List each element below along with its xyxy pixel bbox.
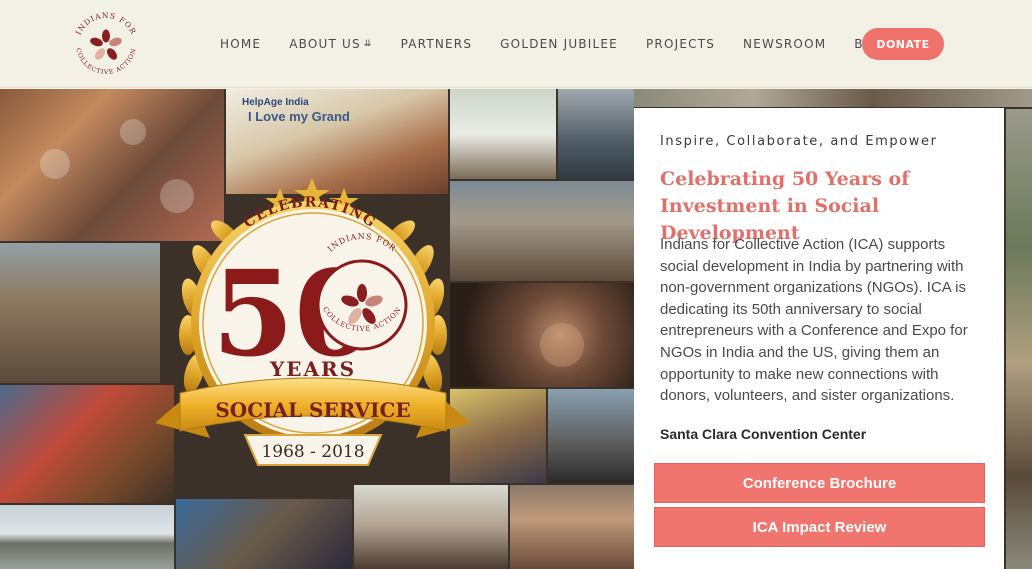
photo-prosthetic-limbs	[450, 181, 634, 281]
emblem-ribbon: SOCIAL SERVICE	[215, 398, 410, 422]
hands-icon	[90, 29, 122, 60]
nav-about-us-label: ABOUT US	[289, 37, 361, 51]
ica-impact-review-button[interactable]: ICA Impact Review	[654, 507, 985, 547]
nav-newsroom[interactable]: NEWSROOM	[743, 37, 826, 51]
nav-partners[interactable]: PARTNERS	[401, 37, 473, 51]
card-venue: Santa Clara Convention Center	[660, 426, 867, 442]
golden-jubilee-emblem: CELEBRATING 50 INDIANS FOR COLLECTIVE AC…	[155, 178, 471, 466]
ica-logo[interactable]: INDIANS FOR COLLECTIVE ACTION	[66, 8, 146, 80]
photo-strip-top	[634, 89, 1032, 107]
donate-button[interactable]: DONATE	[862, 28, 944, 60]
intro-card: Inspire, Collaborate, and Empower Celebr…	[634, 108, 1004, 569]
site-header: INDIANS FOR COLLECTIVE ACTION HOME ABOUT…	[0, 0, 1032, 88]
photo-teacher-student	[354, 485, 508, 569]
photo-village-hut	[0, 243, 160, 383]
main-nav: HOME ABOUT US ⇊ PARTNERS GOLDEN JUBILEE …	[206, 0, 906, 88]
emblem-years: YEARS	[269, 357, 356, 381]
emblem-date-range: 1968 - 2018	[261, 442, 364, 462]
photo-group-gathering	[558, 89, 634, 179]
card-description: Indians for Collective Action (ICA) supp…	[660, 236, 968, 405]
nav-home[interactable]: HOME	[220, 37, 261, 51]
photo-bamboo-bridge	[0, 505, 174, 569]
card-tagline: Inspire, Collaborate, and Empower	[660, 134, 938, 149]
photo-boy-studying	[176, 499, 352, 569]
conference-brochure-button[interactable]: Conference Brochure	[654, 463, 985, 503]
photo-women-weaving	[0, 385, 174, 503]
photo-market-street	[548, 389, 634, 483]
photo-child-portrait	[450, 283, 634, 387]
photo-strip-right	[1006, 109, 1032, 569]
nav-golden-jubilee[interactable]: GOLDEN JUBILEE	[500, 37, 618, 51]
nav-about-us[interactable]: ABOUT US ⇊	[289, 37, 372, 51]
photo-children-line	[510, 485, 634, 569]
chevron-down-double-icon: ⇊	[363, 39, 373, 49]
nav-projects[interactable]: PROJECTS	[646, 37, 715, 51]
